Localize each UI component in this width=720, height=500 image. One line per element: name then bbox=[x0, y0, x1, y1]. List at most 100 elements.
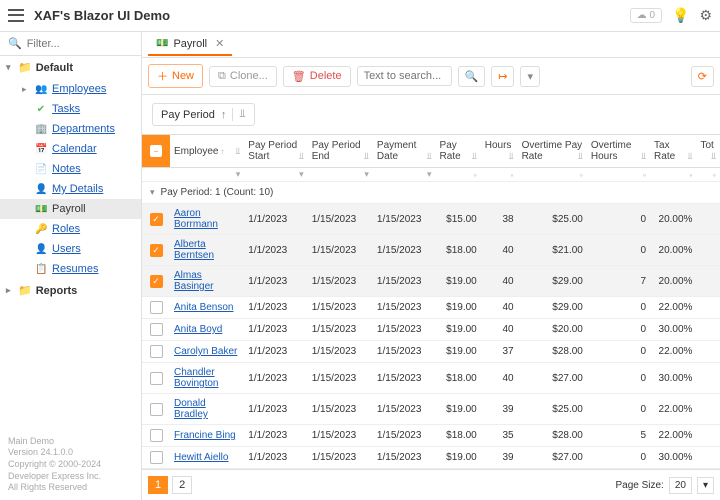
nav-item-icon: ✔ bbox=[35, 104, 47, 115]
column-editor[interactable]: ▾ bbox=[248, 169, 303, 180]
column-header[interactable]: Pay Period Start⫫ bbox=[244, 135, 307, 168]
filter-icon[interactable]: ⫫ bbox=[426, 151, 431, 162]
column-header[interactable]: Hours⫫ bbox=[481, 135, 518, 168]
nav-item-users[interactable]: 👤Users bbox=[0, 239, 141, 259]
table-row[interactable]: ✓Aaron Borrmann1/1/20231/15/20231/15/202… bbox=[142, 204, 720, 235]
nav-item-label: Departments bbox=[52, 123, 115, 135]
column-editor[interactable]: ◦ bbox=[591, 170, 646, 180]
column-editor[interactable]: ◦ bbox=[440, 170, 477, 180]
search-button[interactable]: 🔍 bbox=[458, 66, 486, 87]
column-editor[interactable]: ◦ bbox=[485, 170, 514, 180]
table-row[interactable]: Carolyn Baker1/1/20231/15/20231/15/2023$… bbox=[142, 341, 720, 363]
select-all-checkbox[interactable]: − bbox=[150, 145, 162, 157]
nav-group[interactable]: ▾📁Default bbox=[0, 56, 141, 79]
column-header[interactable]: Payment Date⫫ bbox=[373, 135, 436, 168]
table-row[interactable]: Chandler Bovington1/1/20231/15/20231/15/… bbox=[142, 363, 720, 394]
filter-icon[interactable]: ⫫ bbox=[687, 151, 692, 162]
row-checkbox[interactable]: ✓ bbox=[150, 244, 163, 257]
row-checkbox[interactable] bbox=[150, 403, 163, 416]
cell-employee[interactable]: Carolyn Baker bbox=[170, 341, 244, 363]
row-checkbox[interactable] bbox=[150, 345, 163, 358]
tab-payroll[interactable]: 💵 Payroll ✕ bbox=[148, 33, 232, 56]
column-header[interactable]: Overtime Hours⫫ bbox=[587, 135, 650, 168]
filter-icon[interactable]: ⫫ bbox=[711, 151, 716, 162]
group-row[interactable]: ▾Pay Period: 1 (Count: 10) bbox=[142, 182, 720, 204]
cell-employee[interactable]: Hewitt Aiello bbox=[170, 447, 244, 469]
column-editor[interactable]: ◦ bbox=[700, 170, 716, 180]
cell: 0 bbox=[587, 394, 650, 425]
nav-item-my-details[interactable]: 👤My Details bbox=[0, 179, 141, 199]
delete-button[interactable]: 🗑Delete bbox=[283, 66, 351, 87]
nav-item-roles[interactable]: 🔑Roles bbox=[0, 219, 141, 239]
page-size-select[interactable]: 20 bbox=[669, 477, 692, 494]
cell-employee[interactable]: Donald Bradley bbox=[170, 394, 244, 425]
nav-item-employees[interactable]: ▸👥Employees bbox=[0, 79, 141, 99]
cell-employee[interactable]: Aaron Borrmann bbox=[170, 204, 244, 235]
settings-icon[interactable]: ⚙ bbox=[699, 7, 712, 24]
table-row[interactable]: Anita Boyd1/1/20231/15/20231/15/2023$19.… bbox=[142, 319, 720, 341]
row-checkbox[interactable] bbox=[150, 372, 163, 385]
column-editor[interactable]: ▾ bbox=[377, 169, 432, 180]
notification-badge[interactable]: ☁ 0 bbox=[630, 8, 662, 23]
table-row[interactable]: Anita Benson1/1/20231/15/20231/15/2023$1… bbox=[142, 297, 720, 319]
group-chip[interactable]: Pay Period ↑ ⫫ bbox=[152, 103, 255, 126]
column-header[interactable]: Pay Period End⫫ bbox=[308, 135, 373, 168]
new-button[interactable]: ＋New bbox=[148, 64, 203, 88]
cell-employee[interactable]: Francine Bing bbox=[170, 425, 244, 447]
nav-item-notes[interactable]: 📄Notes bbox=[0, 159, 141, 179]
close-icon[interactable]: ✕ bbox=[215, 37, 224, 50]
column-header[interactable]: Overtime Pay Rate⫫ bbox=[518, 135, 587, 168]
page-button[interactable]: 2 bbox=[172, 476, 192, 494]
table-row[interactable]: Hewitt Aiello1/1/20231/15/20231/15/2023$… bbox=[142, 447, 720, 469]
nav-item-departments[interactable]: 🏢 Departments bbox=[0, 119, 141, 139]
filter-icon[interactable]: ⫫ bbox=[509, 151, 514, 162]
menu-toggle[interactable] bbox=[8, 8, 24, 24]
cell-employee[interactable]: Chandler Bovington bbox=[170, 363, 244, 394]
filter-icon[interactable]: ⫫ bbox=[235, 146, 240, 157]
row-checkbox[interactable] bbox=[150, 429, 163, 442]
column-header[interactable]: Tax Rate⫫ bbox=[650, 135, 696, 168]
help-icon[interactable]: 💡 bbox=[672, 7, 689, 24]
column-editor[interactable]: ◦ bbox=[654, 170, 692, 180]
row-checkbox[interactable]: ✓ bbox=[150, 275, 163, 288]
table-row[interactable]: ✓Alberta Berntsen1/1/20231/15/20231/15/2… bbox=[142, 235, 720, 266]
search-icon: 🔍 bbox=[8, 37, 22, 50]
column-editor[interactable]: ▾ bbox=[174, 169, 240, 180]
nav-item-resumes[interactable]: 📋Resumes bbox=[0, 259, 141, 279]
nav-group[interactable]: ▸📁Reports bbox=[0, 279, 141, 302]
row-checkbox[interactable] bbox=[150, 451, 163, 464]
table-row[interactable]: Francine Bing1/1/20231/15/20231/15/2023$… bbox=[142, 425, 720, 447]
page-size-dropdown[interactable]: ▾ bbox=[697, 477, 714, 494]
nav-item-icon: 🏢 bbox=[35, 124, 47, 135]
page-button[interactable]: 1 bbox=[148, 476, 168, 494]
filter-icon[interactable]: ⫫ bbox=[299, 151, 304, 162]
row-checkbox[interactable]: ✓ bbox=[150, 213, 163, 226]
filter-icon[interactable]: ⫫ bbox=[578, 151, 583, 162]
filter-icon[interactable]: ⫫ bbox=[641, 151, 646, 162]
refresh-button[interactable]: ⟳ bbox=[691, 66, 714, 87]
table-row[interactable]: ✓Almas Basinger1/1/20231/15/20231/15/202… bbox=[142, 266, 720, 297]
nav-item-payroll[interactable]: 💵Payroll bbox=[0, 199, 141, 219]
row-checkbox[interactable] bbox=[150, 301, 163, 314]
grid-search-input[interactable] bbox=[357, 66, 452, 86]
export-button[interactable]: ↦ bbox=[491, 66, 514, 87]
sidebar-filter-input[interactable] bbox=[27, 38, 117, 50]
table-row[interactable]: Donald Bradley1/1/20231/15/20231/15/2023… bbox=[142, 394, 720, 425]
nav-item-calendar[interactable]: 📅Calendar bbox=[0, 139, 141, 159]
column-header[interactable]: Tot⫫ bbox=[696, 135, 720, 168]
column-header[interactable]: Pay Rate⫫ bbox=[436, 135, 481, 168]
filter-icon[interactable]: ⫫ bbox=[364, 151, 369, 162]
cell-employee[interactable]: Anita Boyd bbox=[170, 319, 244, 341]
row-checkbox[interactable] bbox=[150, 323, 163, 336]
export-dropdown[interactable]: ▾ bbox=[520, 66, 540, 87]
column-header[interactable]: Employee↑⫫ bbox=[170, 135, 244, 168]
column-editor[interactable]: ▾ bbox=[312, 169, 369, 180]
cell-employee[interactable]: Alberta Berntsen bbox=[170, 235, 244, 266]
cell-employee[interactable]: Almas Basinger bbox=[170, 266, 244, 297]
nav-item-tasks[interactable]: ✔Tasks bbox=[0, 99, 141, 119]
column-editor[interactable]: ◦ bbox=[522, 170, 583, 180]
cell-employee[interactable]: Anita Benson bbox=[170, 297, 244, 319]
filter-icon[interactable]: ⫫ bbox=[472, 151, 477, 162]
clone-button[interactable]: ⧉Clone... bbox=[209, 66, 277, 87]
filter-icon[interactable]: ⫫ bbox=[232, 108, 245, 121]
